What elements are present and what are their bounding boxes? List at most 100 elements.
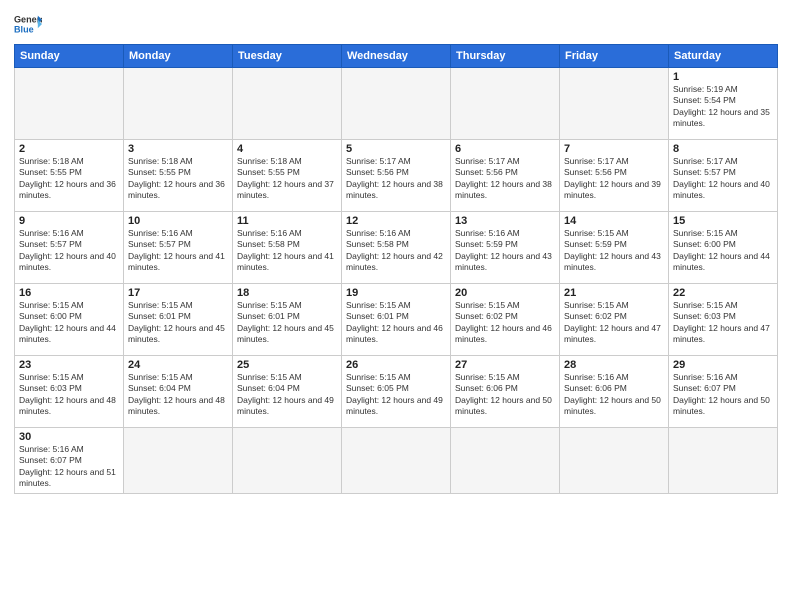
calendar-day bbox=[560, 68, 669, 140]
day-info: Sunrise: 5:15 AM Sunset: 6:05 PM Dayligh… bbox=[346, 372, 446, 418]
calendar-day bbox=[124, 68, 233, 140]
logo-icon: General Blue bbox=[14, 10, 42, 38]
calendar-day: 15Sunrise: 5:15 AM Sunset: 6:00 PM Dayli… bbox=[669, 212, 778, 284]
calendar-day: 17Sunrise: 5:15 AM Sunset: 6:01 PM Dayli… bbox=[124, 284, 233, 356]
calendar-day: 6Sunrise: 5:17 AM Sunset: 5:56 PM Daylig… bbox=[451, 140, 560, 212]
calendar-header-saturday: Saturday bbox=[669, 45, 778, 68]
day-number: 21 bbox=[564, 287, 664, 299]
day-number: 27 bbox=[455, 359, 555, 371]
calendar-day: 13Sunrise: 5:16 AM Sunset: 5:59 PM Dayli… bbox=[451, 212, 560, 284]
day-info: Sunrise: 5:15 AM Sunset: 6:01 PM Dayligh… bbox=[128, 300, 228, 346]
calendar-week-3: 16Sunrise: 5:15 AM Sunset: 6:00 PM Dayli… bbox=[15, 284, 778, 356]
calendar-day: 10Sunrise: 5:16 AM Sunset: 5:57 PM Dayli… bbox=[124, 212, 233, 284]
day-number: 22 bbox=[673, 287, 773, 299]
day-info: Sunrise: 5:15 AM Sunset: 6:01 PM Dayligh… bbox=[237, 300, 337, 346]
day-info: Sunrise: 5:15 AM Sunset: 6:04 PM Dayligh… bbox=[128, 372, 228, 418]
day-info: Sunrise: 5:17 AM Sunset: 5:56 PM Dayligh… bbox=[564, 156, 664, 202]
day-number: 25 bbox=[237, 359, 337, 371]
day-info: Sunrise: 5:16 AM Sunset: 5:59 PM Dayligh… bbox=[455, 228, 555, 274]
calendar-day: 7Sunrise: 5:17 AM Sunset: 5:56 PM Daylig… bbox=[560, 140, 669, 212]
day-info: Sunrise: 5:18 AM Sunset: 5:55 PM Dayligh… bbox=[128, 156, 228, 202]
calendar-day: 29Sunrise: 5:16 AM Sunset: 6:07 PM Dayli… bbox=[669, 356, 778, 428]
calendar-day bbox=[233, 428, 342, 494]
calendar-day: 3Sunrise: 5:18 AM Sunset: 5:55 PM Daylig… bbox=[124, 140, 233, 212]
day-info: Sunrise: 5:16 AM Sunset: 5:58 PM Dayligh… bbox=[237, 228, 337, 274]
day-number: 4 bbox=[237, 143, 337, 155]
calendar-day bbox=[451, 68, 560, 140]
calendar-day bbox=[124, 428, 233, 494]
calendar-header-tuesday: Tuesday bbox=[233, 45, 342, 68]
day-number: 24 bbox=[128, 359, 228, 371]
day-info: Sunrise: 5:15 AM Sunset: 6:02 PM Dayligh… bbox=[564, 300, 664, 346]
day-info: Sunrise: 5:19 AM Sunset: 5:54 PM Dayligh… bbox=[673, 84, 773, 130]
day-info: Sunrise: 5:17 AM Sunset: 5:56 PM Dayligh… bbox=[455, 156, 555, 202]
calendar-day: 11Sunrise: 5:16 AM Sunset: 5:58 PM Dayli… bbox=[233, 212, 342, 284]
day-info: Sunrise: 5:15 AM Sunset: 6:06 PM Dayligh… bbox=[455, 372, 555, 418]
day-number: 5 bbox=[346, 143, 446, 155]
calendar-day: 20Sunrise: 5:15 AM Sunset: 6:02 PM Dayli… bbox=[451, 284, 560, 356]
day-number: 9 bbox=[19, 215, 119, 227]
calendar-week-2: 9Sunrise: 5:16 AM Sunset: 5:57 PM Daylig… bbox=[15, 212, 778, 284]
day-info: Sunrise: 5:15 AM Sunset: 6:00 PM Dayligh… bbox=[673, 228, 773, 274]
day-number: 8 bbox=[673, 143, 773, 155]
logo: General Blue bbox=[14, 10, 42, 38]
calendar-day: 27Sunrise: 5:15 AM Sunset: 6:06 PM Dayli… bbox=[451, 356, 560, 428]
day-number: 3 bbox=[128, 143, 228, 155]
day-number: 29 bbox=[673, 359, 773, 371]
calendar-day: 19Sunrise: 5:15 AM Sunset: 6:01 PM Dayli… bbox=[342, 284, 451, 356]
calendar-header-friday: Friday bbox=[560, 45, 669, 68]
svg-text:Blue: Blue bbox=[14, 24, 34, 34]
calendar-header-row: SundayMondayTuesdayWednesdayThursdayFrid… bbox=[15, 45, 778, 68]
calendar-day: 18Sunrise: 5:15 AM Sunset: 6:01 PM Dayli… bbox=[233, 284, 342, 356]
day-number: 15 bbox=[673, 215, 773, 227]
calendar-week-0: 1Sunrise: 5:19 AM Sunset: 5:54 PM Daylig… bbox=[15, 68, 778, 140]
calendar-day: 21Sunrise: 5:15 AM Sunset: 6:02 PM Dayli… bbox=[560, 284, 669, 356]
calendar-day: 12Sunrise: 5:16 AM Sunset: 5:58 PM Dayli… bbox=[342, 212, 451, 284]
day-number: 14 bbox=[564, 215, 664, 227]
day-info: Sunrise: 5:15 AM Sunset: 6:01 PM Dayligh… bbox=[346, 300, 446, 346]
day-info: Sunrise: 5:16 AM Sunset: 5:57 PM Dayligh… bbox=[128, 228, 228, 274]
calendar-day: 4Sunrise: 5:18 AM Sunset: 5:55 PM Daylig… bbox=[233, 140, 342, 212]
day-info: Sunrise: 5:15 AM Sunset: 6:03 PM Dayligh… bbox=[19, 372, 119, 418]
calendar-day: 9Sunrise: 5:16 AM Sunset: 5:57 PM Daylig… bbox=[15, 212, 124, 284]
day-number: 23 bbox=[19, 359, 119, 371]
calendar-header-wednesday: Wednesday bbox=[342, 45, 451, 68]
header: General Blue bbox=[14, 10, 778, 38]
calendar-day: 1Sunrise: 5:19 AM Sunset: 5:54 PM Daylig… bbox=[669, 68, 778, 140]
calendar-header-monday: Monday bbox=[124, 45, 233, 68]
day-number: 11 bbox=[237, 215, 337, 227]
calendar-day: 5Sunrise: 5:17 AM Sunset: 5:56 PM Daylig… bbox=[342, 140, 451, 212]
day-info: Sunrise: 5:15 AM Sunset: 6:00 PM Dayligh… bbox=[19, 300, 119, 346]
calendar-day bbox=[560, 428, 669, 494]
day-number: 1 bbox=[673, 71, 773, 83]
calendar-table: SundayMondayTuesdayWednesdayThursdayFrid… bbox=[14, 44, 778, 494]
day-info: Sunrise: 5:15 AM Sunset: 6:03 PM Dayligh… bbox=[673, 300, 773, 346]
day-number: 28 bbox=[564, 359, 664, 371]
calendar-day bbox=[342, 68, 451, 140]
calendar-header-sunday: Sunday bbox=[15, 45, 124, 68]
calendar-day bbox=[233, 68, 342, 140]
calendar-day: 2Sunrise: 5:18 AM Sunset: 5:55 PM Daylig… bbox=[15, 140, 124, 212]
calendar-day: 23Sunrise: 5:15 AM Sunset: 6:03 PM Dayli… bbox=[15, 356, 124, 428]
calendar-day bbox=[669, 428, 778, 494]
day-info: Sunrise: 5:16 AM Sunset: 6:07 PM Dayligh… bbox=[19, 444, 119, 490]
calendar-day: 30Sunrise: 5:16 AM Sunset: 6:07 PM Dayli… bbox=[15, 428, 124, 494]
day-number: 19 bbox=[346, 287, 446, 299]
calendar-day: 25Sunrise: 5:15 AM Sunset: 6:04 PM Dayli… bbox=[233, 356, 342, 428]
calendar-day: 16Sunrise: 5:15 AM Sunset: 6:00 PM Dayli… bbox=[15, 284, 124, 356]
day-number: 18 bbox=[237, 287, 337, 299]
day-number: 10 bbox=[128, 215, 228, 227]
day-number: 20 bbox=[455, 287, 555, 299]
calendar-header-thursday: Thursday bbox=[451, 45, 560, 68]
page: General Blue SundayMondayTuesdayWednesda… bbox=[0, 0, 792, 612]
calendar-week-1: 2Sunrise: 5:18 AM Sunset: 5:55 PM Daylig… bbox=[15, 140, 778, 212]
day-info: Sunrise: 5:15 AM Sunset: 5:59 PM Dayligh… bbox=[564, 228, 664, 274]
day-info: Sunrise: 5:16 AM Sunset: 5:57 PM Dayligh… bbox=[19, 228, 119, 274]
calendar-day: 26Sunrise: 5:15 AM Sunset: 6:05 PM Dayli… bbox=[342, 356, 451, 428]
calendar-day bbox=[15, 68, 124, 140]
calendar-day: 8Sunrise: 5:17 AM Sunset: 5:57 PM Daylig… bbox=[669, 140, 778, 212]
calendar-day: 28Sunrise: 5:16 AM Sunset: 6:06 PM Dayli… bbox=[560, 356, 669, 428]
calendar-day bbox=[451, 428, 560, 494]
calendar-day: 24Sunrise: 5:15 AM Sunset: 6:04 PM Dayli… bbox=[124, 356, 233, 428]
day-info: Sunrise: 5:17 AM Sunset: 5:57 PM Dayligh… bbox=[673, 156, 773, 202]
